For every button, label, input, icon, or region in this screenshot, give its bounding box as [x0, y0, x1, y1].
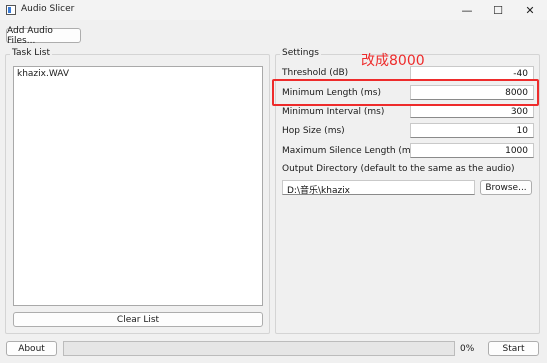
minimize-button[interactable]: —	[451, 0, 483, 20]
window-title: Audio Slicer	[21, 4, 75, 14]
close-button[interactable]: ✕	[514, 0, 546, 20]
list-item[interactable]: khazix.WAV	[14, 67, 262, 81]
task-list-title: Task List	[10, 48, 53, 58]
threshold-field[interactable]: -40	[410, 66, 534, 80]
hop-size-field[interactable]: 10	[410, 123, 534, 138]
about-button[interactable]: About	[6, 341, 57, 356]
task-list[interactable]: khazix.WAV	[13, 66, 263, 306]
hop-size-label: Hop Size (ms)	[282, 126, 345, 136]
progress-text: 0%	[460, 344, 475, 354]
output-directory-field[interactable]: D:\音乐\khazix	[282, 180, 475, 195]
min-interval-field[interactable]: 300	[410, 104, 534, 118]
settings-title: Settings	[280, 48, 321, 58]
output-directory-label: Output Directory (default to the same as…	[282, 164, 515, 174]
browse-button[interactable]: Browse...	[480, 180, 532, 195]
start-button[interactable]: Start	[488, 341, 539, 356]
maximize-button[interactable]: ☐	[482, 0, 514, 20]
clear-list-button[interactable]: Clear List	[13, 312, 263, 327]
progress-bar	[63, 341, 455, 356]
annotation-highlight-box	[272, 79, 539, 106]
add-audio-files-button[interactable]: Add Audio Files...	[6, 26, 81, 46]
max-silence-field[interactable]: 1000	[410, 143, 534, 158]
max-silence-label: Maximum Silence Length (ms)	[282, 146, 419, 156]
annotation-text: 改成8000	[361, 53, 425, 69]
app-icon	[6, 5, 16, 15]
title-bar: Audio Slicer — ☐ ✕	[0, 0, 547, 20]
min-interval-label: Minimum Interval (ms)	[282, 107, 385, 117]
threshold-label: Threshold (dB)	[282, 68, 349, 78]
